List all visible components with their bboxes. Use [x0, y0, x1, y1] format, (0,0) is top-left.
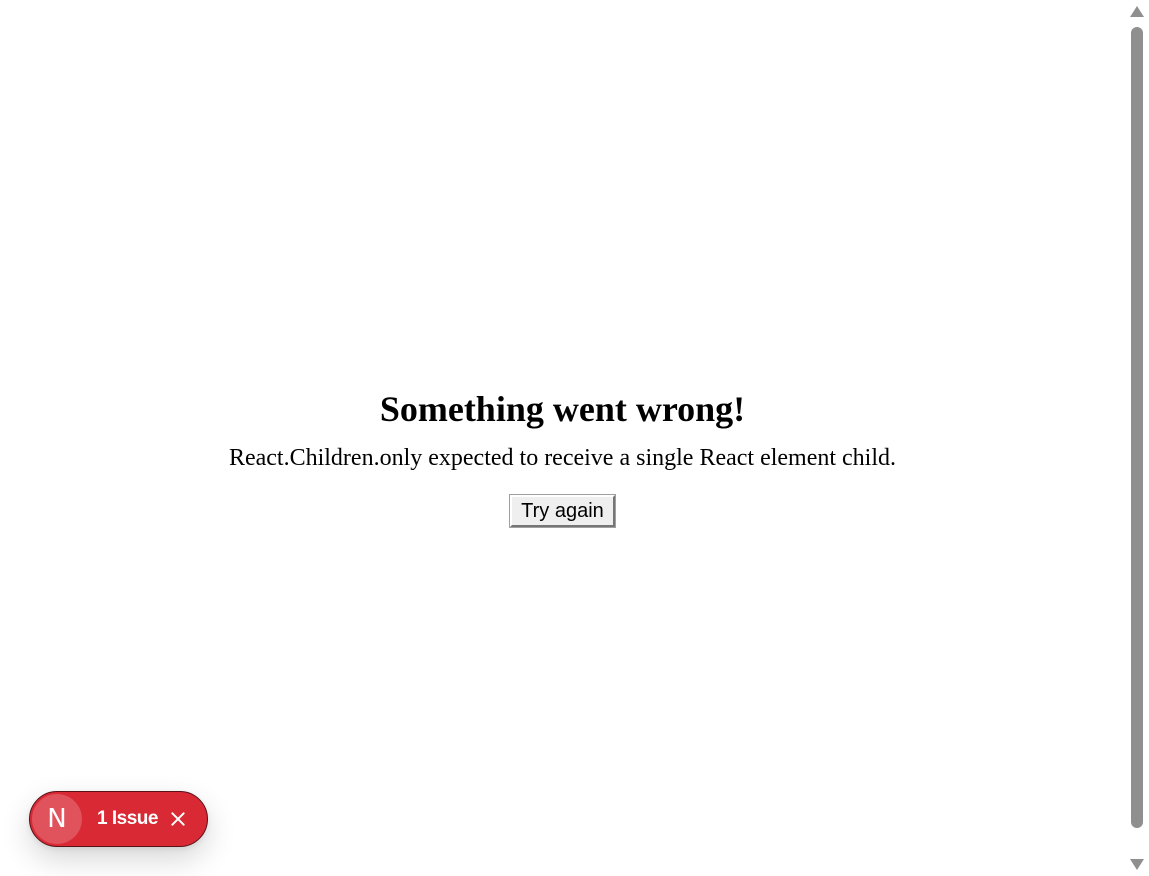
scroll-up-arrow-icon[interactable] [1130, 6, 1144, 17]
nextjs-logo-letter: N [47, 804, 67, 834]
scrollbar-thumb[interactable] [1131, 27, 1143, 828]
issue-count-button[interactable]: 1 Issue [97, 808, 158, 830]
error-message: React.Children.only expected to receive … [228, 445, 897, 471]
close-icon[interactable] [170, 811, 186, 827]
nextjs-logo-icon[interactable]: N [32, 794, 82, 844]
error-title: Something went wrong! [379, 389, 746, 429]
dev-tools-issue-badge: N 1 Issue [29, 791, 208, 847]
error-boundary: Something went wrong! React.Children.onl… [0, 380, 1125, 528]
page-viewport: Something went wrong! React.Children.onl… [0, 0, 1125, 876]
vertical-scrollbar[interactable] [1125, 0, 1149, 876]
scroll-down-arrow-icon[interactable] [1130, 859, 1144, 870]
try-again-button[interactable]: Try again [509, 494, 616, 528]
